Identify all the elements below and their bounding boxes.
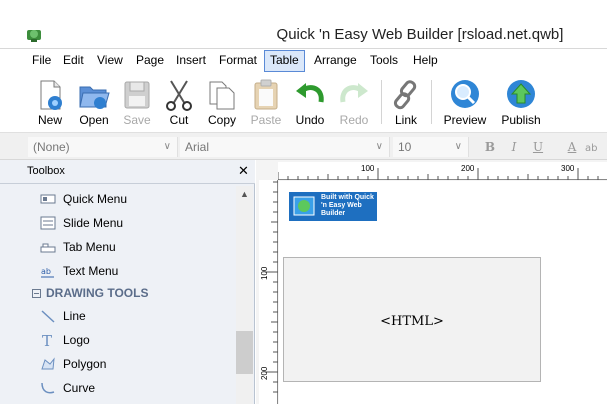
polygon-tool-icon xyxy=(41,357,55,370)
link-button[interactable]: Link xyxy=(386,74,426,130)
publish-globe-icon xyxy=(507,80,535,108)
chevron-down-icon: ∨ xyxy=(454,141,462,152)
menu-format[interactable]: Format xyxy=(214,49,262,72)
preview-magnifier-icon xyxy=(451,80,479,108)
window-title: Quick 'n Easy Web Builder [rsload.net.qw… xyxy=(276,26,564,43)
title-bar: Quick 'n Easy Web Builder [rsload.net.qw… xyxy=(0,0,607,48)
horizontal-ruler: 100 200 300 xyxy=(278,162,607,180)
menu-page[interactable]: Page xyxy=(131,49,169,72)
logo-text-icon: T xyxy=(42,332,52,348)
menu-table[interactable]: Table xyxy=(264,50,305,72)
text-menu-icon: ab xyxy=(41,267,54,278)
close-icon[interactable]: ✕ xyxy=(238,163,249,179)
ruler-label: 100 xyxy=(260,266,269,280)
font-select[interactable]: Arial ∨ xyxy=(180,137,390,157)
quick-menu-icon xyxy=(40,194,56,204)
menu-insert[interactable]: Insert xyxy=(171,49,211,72)
publish-button[interactable]: Publish xyxy=(498,74,544,130)
save-disk-icon xyxy=(124,81,150,109)
tab-menu-icon xyxy=(40,243,56,253)
svg-text:ab: ab xyxy=(585,143,597,154)
italic-button[interactable]: I xyxy=(504,138,524,156)
clipboard-icon xyxy=(254,79,278,110)
font-size-select[interactable]: 10 ∨ xyxy=(393,137,469,157)
chevron-down-icon: ∨ xyxy=(163,141,171,152)
chain-link-icon xyxy=(393,80,417,110)
folder-open-icon xyxy=(79,86,110,109)
html-placeholder: <HTML> xyxy=(380,314,444,329)
vertical-ruler: 100 200 xyxy=(259,180,278,404)
main-toolbar: New Open Save Cut Copy Paste Undo Redo L… xyxy=(0,72,607,132)
toolbox-header: Toolbox ✕ xyxy=(0,160,255,184)
collapse-icon xyxy=(32,289,41,298)
slide-menu-icon xyxy=(40,216,56,230)
paste-button[interactable]: Paste xyxy=(246,74,286,130)
menu-tools[interactable]: Tools xyxy=(365,49,403,72)
undo-button[interactable]: Undo xyxy=(290,74,330,130)
menu-bar: File Edit View Page Insert Format Table … xyxy=(0,48,607,72)
svg-text:T: T xyxy=(42,332,52,348)
toolbar-separator xyxy=(431,80,432,124)
section-drawing-tools[interactable]: DRAWING TOOLS xyxy=(32,286,148,306)
copy-icon xyxy=(209,81,235,110)
style-select[interactable]: (None) ∨ xyxy=(28,137,178,157)
menu-edit[interactable]: Edit xyxy=(58,49,89,72)
toolbox-title: Toolbox xyxy=(27,165,65,177)
new-document-icon xyxy=(40,80,62,110)
undo-arrow-icon xyxy=(296,83,324,103)
preview-button[interactable]: Preview xyxy=(442,74,488,130)
menu-file[interactable]: File xyxy=(27,49,56,72)
bold-button[interactable]: B xyxy=(480,138,500,156)
copy-button[interactable]: Copy xyxy=(202,74,242,130)
text-style-icon[interactable]: ab xyxy=(584,139,604,155)
underline-button[interactable]: U xyxy=(528,138,548,156)
svg-text:ab: ab xyxy=(41,267,51,276)
ruler-label: 300 xyxy=(561,164,575,173)
format-toolbar: (None) ∨ Arial ∨ 10 ∨ B I U A ab xyxy=(0,132,607,160)
ruler-label: 200 xyxy=(461,164,475,173)
redo-arrow-icon xyxy=(340,83,368,103)
html-object[interactable]: <HTML> xyxy=(283,257,541,382)
toolbox-panel: Toolbox ✕ Quick Menu Slide Menu Tab Menu… xyxy=(0,160,255,404)
save-button[interactable]: Save xyxy=(118,74,156,130)
ruler-ticks xyxy=(278,168,599,180)
menu-view[interactable]: View xyxy=(92,49,128,72)
line-tool-icon xyxy=(41,310,55,323)
scissors-icon xyxy=(166,80,192,111)
curve-tool-icon xyxy=(41,382,55,394)
open-button[interactable]: Open xyxy=(74,74,114,130)
scrollbar-thumb[interactable] xyxy=(236,331,253,374)
menu-arrange[interactable]: Arrange xyxy=(309,49,362,72)
built-with-badge[interactable]: Built with Quick 'n Easy Web Builder xyxy=(289,192,377,221)
chevron-down-icon: ∨ xyxy=(375,141,383,152)
cut-button[interactable]: Cut xyxy=(160,74,198,130)
globe-cube-icon xyxy=(293,196,315,216)
new-button[interactable]: New xyxy=(30,74,70,130)
scroll-up-icon[interactable]: ▲ xyxy=(240,189,249,199)
ruler-label: 200 xyxy=(260,366,269,380)
ruler-label: 100 xyxy=(361,164,375,173)
redo-button[interactable]: Redo xyxy=(334,74,374,130)
toolbar-separator xyxy=(381,80,382,124)
menu-help[interactable]: Help xyxy=(408,49,443,72)
font-color-button[interactable]: A xyxy=(562,138,582,156)
